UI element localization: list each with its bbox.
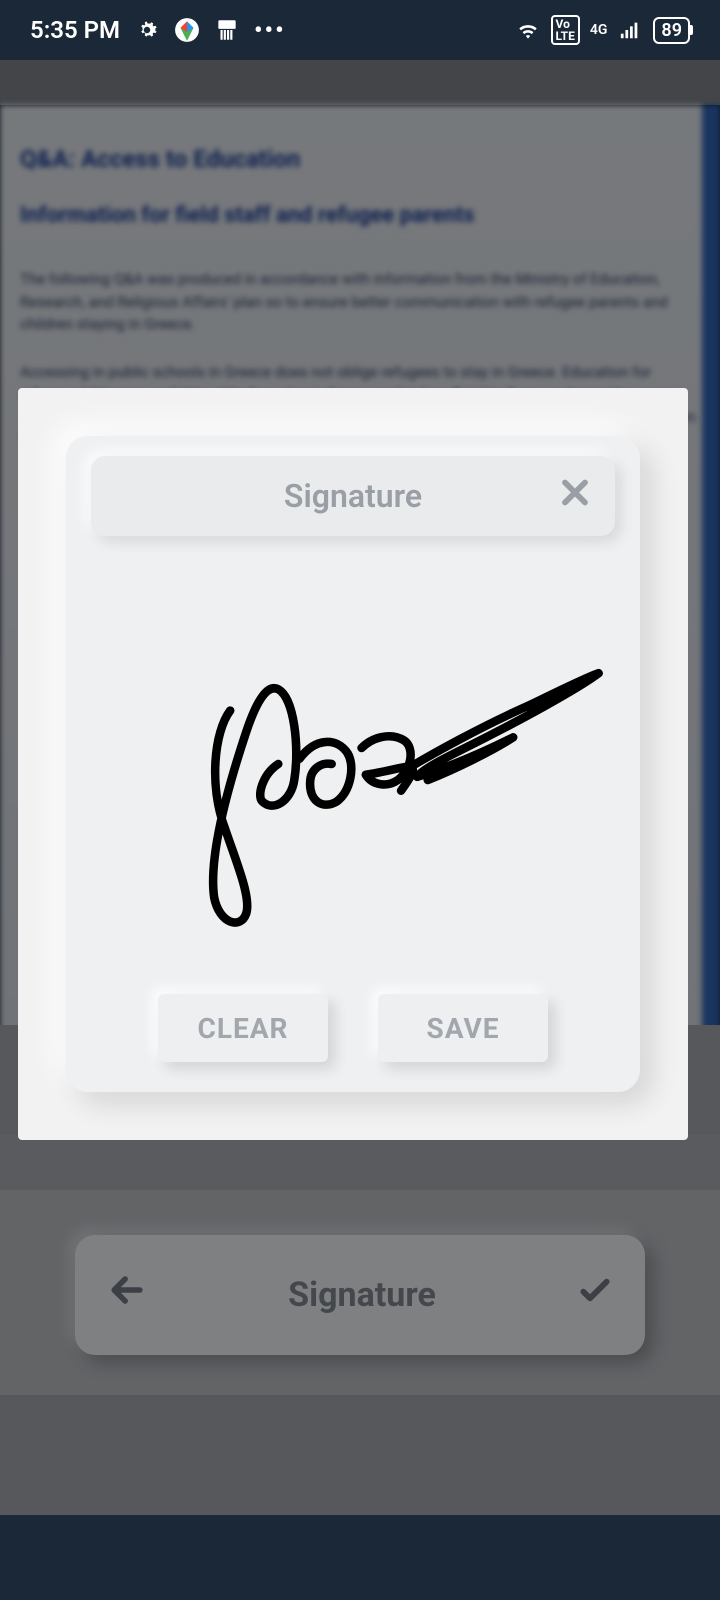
signature-modal: Signature CLEAR SAVE: [18, 388, 688, 1140]
signature-canvas[interactable]: [86, 566, 620, 962]
signal-icon: [617, 17, 643, 43]
more-icon: •••: [254, 16, 286, 44]
app-icon: [174, 17, 200, 43]
status-bar: 5:35 PM ••• VoLTE 4G 89: [0, 0, 720, 60]
battery-indicator: 89: [653, 17, 690, 44]
network-label: 4G: [590, 22, 608, 38]
status-time: 5:35 PM: [30, 16, 120, 44]
signature-panel: Signature CLEAR SAVE: [66, 436, 640, 1092]
modal-header: Signature: [91, 456, 615, 536]
brush-icon: [214, 17, 240, 43]
save-button[interactable]: SAVE: [378, 994, 548, 1062]
clear-button[interactable]: CLEAR: [158, 994, 328, 1062]
modal-title: Signature: [284, 477, 422, 515]
volte-icon: VoLTE: [551, 15, 580, 45]
wifi-icon: [515, 17, 541, 43]
settings-icon: [134, 17, 160, 43]
close-icon[interactable]: [555, 473, 595, 520]
